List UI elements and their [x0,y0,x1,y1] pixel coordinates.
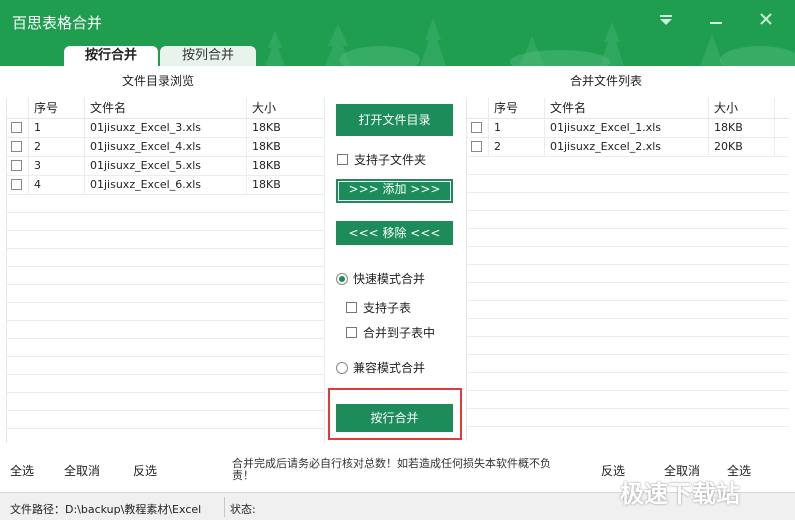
row-index: 2 [29,138,85,156]
table-row[interactable]: 2 01jisuxz_Excel_4.xls 18KB [7,138,325,157]
file-path-label: 文件路径：D:\backup\教程素材\Excel [10,503,202,516]
minimize-icon[interactable] [702,8,730,34]
menu-dropdown-icon[interactable] [652,8,680,34]
open-directory-button[interactable]: 打开文件目录 [336,104,453,136]
fast-mode-radio[interactable] [336,272,348,285]
title-bar: 百思表格合并 按行合并 按列合并 [0,0,795,66]
column-header-filename: 文件名 [85,98,247,118]
checkbox[interactable] [471,141,482,152]
checkbox[interactable] [471,122,482,133]
status-divider [224,497,225,517]
checkbox-column-header [467,98,489,118]
row-index: 3 [29,157,85,175]
row-size: 18KB [247,138,325,156]
column-header-filename: 文件名 [545,98,709,118]
row-size: 20KB [709,138,775,156]
left-panel-title: 文件目录浏览 [122,74,195,88]
select-all-left-link[interactable]: 全选 [10,462,34,479]
include-subfolders-option[interactable]: 支持子文件夹 [337,151,426,168]
row-filename: 01jisuxz_Excel_5.xls [85,157,247,175]
table-row[interactable]: 2 01jisuxz_Excel_2.xls 20KB [467,138,789,157]
row-size: 18KB [247,119,325,137]
table-row[interactable]: 4 01jisuxz_Excel_6.xls 18KB [7,176,325,195]
app-title: 百思表格合并 [12,14,103,32]
row-index: 4 [29,176,85,194]
row-checkbox[interactable] [467,138,489,156]
disclaimer-text: 合并完成后请务必自行核对总数！如若造成任何损失本软件概不负责！ [232,457,551,482]
table-row[interactable]: 1 01jisuxz_Excel_1.xls 18KB [467,119,789,138]
merge-to-subsheet-checkbox[interactable] [346,327,357,338]
column-header-index: 序号 [29,98,85,118]
row-filename: 01jisuxz_Excel_4.xls [85,138,247,156]
include-subfolders-label: 支持子文件夹 [354,153,427,167]
include-subfolders-checkbox[interactable] [337,154,348,165]
deselect-all-left-link[interactable]: 全取消 [64,462,100,479]
status-label: 状态: [230,503,256,516]
row-size: 18KB [247,157,325,175]
row-size: 18KB [709,119,775,137]
table-header: 序号 文件名 大小 [7,98,325,119]
compat-mode-radio[interactable] [336,361,348,374]
compat-mode-option[interactable]: 兼容模式合并 [336,359,425,376]
app-window: 百思表格合并 按行合并 按列合并 文件目录浏览 合并文件列表 序号 文件名 大小… [0,0,795,520]
row-checkbox[interactable] [7,176,29,194]
invert-selection-left-link[interactable]: 反选 [133,462,157,479]
table-header: 序号 文件名 大小 [467,98,789,119]
row-filename: 01jisuxz_Excel_6.xls [85,176,247,194]
checkbox-column-header [7,98,29,118]
right-panel-title: 合并文件列表 [570,74,643,88]
add-button[interactable]: >>> 添加 >>> [336,179,453,203]
row-size: 18KB [247,176,325,194]
row-checkbox[interactable] [7,138,29,156]
compat-mode-label: 兼容模式合并 [353,361,426,375]
row-filename: 01jisuxz_Excel_2.xls [545,138,709,156]
column-header-size: 大小 [247,98,325,118]
right-file-table: 序号 文件名 大小 1 01jisuxz_Excel_1.xls 18KB 2 … [466,98,789,441]
row-checkbox[interactable] [7,157,29,175]
fast-mode-option[interactable]: 快速模式合并 [336,270,425,287]
merge-to-subsheet-label: 合并到子表中 [363,326,436,340]
merge-to-subsheet-option[interactable]: 合并到子表中 [346,324,435,341]
checkbox[interactable] [11,160,22,171]
row-checkbox[interactable] [467,119,489,137]
close-icon[interactable] [752,8,780,34]
tab-merge-by-column[interactable]: 按列合并 [160,46,256,66]
empty-rows [467,157,789,441]
watermark-text: 极速下载站 [620,480,740,508]
column-header-index: 序号 [489,98,545,118]
empty-rows [7,195,325,443]
row-checkbox[interactable] [7,119,29,137]
support-subsheet-label: 支持子表 [363,301,412,315]
checkbox[interactable] [11,141,22,152]
row-index: 2 [489,138,545,156]
column-header-size: 大小 [709,98,775,118]
support-subsheet-checkbox[interactable] [346,302,357,313]
support-subsheet-option[interactable]: 支持子表 [346,299,411,316]
row-index: 1 [29,119,85,137]
fast-mode-label: 快速模式合并 [353,272,426,286]
row-filename: 01jisuxz_Excel_3.xls [85,119,247,137]
remove-button[interactable]: <<< 移除 <<< [336,221,453,245]
checkbox[interactable] [11,122,22,133]
tab-merge-by-row[interactable]: 按行合并 [64,46,158,66]
row-index: 1 [489,119,545,137]
left-file-table: 序号 文件名 大小 1 01jisuxz_Excel_3.xls 18KB 2 … [6,98,325,443]
checkbox[interactable] [11,179,22,190]
table-row[interactable]: 1 01jisuxz_Excel_3.xls 18KB [7,119,325,138]
row-filename: 01jisuxz_Excel_1.xls [545,119,709,137]
table-row[interactable]: 3 01jisuxz_Excel_5.xls 18KB [7,157,325,176]
merge-by-row-button[interactable]: 按行合并 [336,404,453,432]
